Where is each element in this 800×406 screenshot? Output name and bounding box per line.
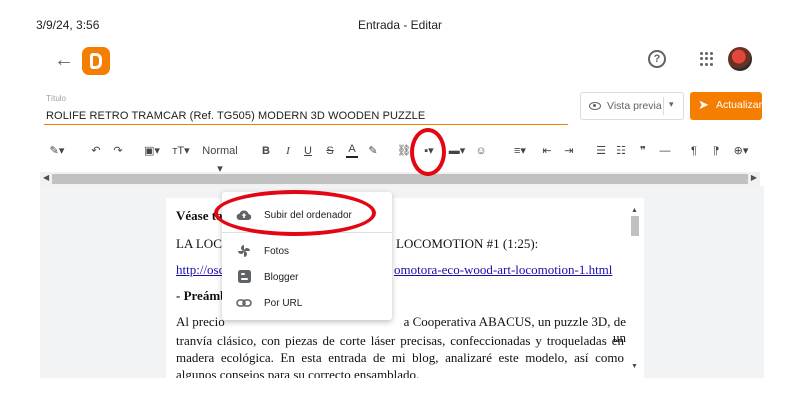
update-button[interactable]: ➤ Actualizar	[690, 92, 762, 120]
print-header: 3/9/24, 3:56 Entrada - Editar	[0, 0, 800, 40]
indent-decrease-icon[interactable]: ⇤	[540, 142, 554, 160]
scroll-left-icon[interactable]: ◀	[43, 173, 49, 182]
strikethrough-button[interactable]: S	[324, 142, 336, 160]
indent-increase-icon[interactable]: ⇥	[562, 142, 576, 160]
back-arrow-icon[interactable]: ←	[52, 48, 76, 72]
undo-icon[interactable]: ↶	[88, 142, 104, 160]
menu-item-label: Subir del ordenador	[264, 210, 352, 221]
doc-paragraph: tranvía clásico, con piezas de corte lás…	[176, 333, 624, 378]
scrollbar-thumb[interactable]	[52, 174, 748, 184]
editor-canvas: Véase ta LA LOC LOCOMOTION #1 (1:25): htt…	[40, 186, 764, 378]
app-bar: ← ?	[0, 44, 800, 80]
ltr-icon[interactable]: ¶	[688, 142, 700, 160]
paragraph-style-select[interactable]: Normal ▾	[198, 142, 242, 175]
emoji-icon[interactable]: ☺	[474, 142, 488, 160]
cloud-upload-icon	[236, 210, 252, 221]
insert-image-icon[interactable]: ▪▾	[418, 142, 440, 160]
send-icon: ➤	[698, 97, 709, 112]
scrollbar-thumb[interactable]	[631, 216, 639, 236]
help-icon[interactable]: ?	[648, 50, 666, 68]
link-icon	[236, 299, 252, 307]
horizontal-rule-icon[interactable]: —	[658, 142, 672, 160]
redo-icon[interactable]: ↷	[110, 142, 126, 160]
editor-toolbar: ✎▾ ↶ ↷ ▣▾ ᴛT▾ Normal ▾ B I U S A ✎ ⛓ ▪▾ …	[0, 140, 800, 175]
language-icon[interactable]: ⊕▾	[730, 142, 752, 160]
chevron-down-icon[interactable]: ▾	[669, 99, 674, 110]
menu-item-label: Blogger	[264, 272, 299, 283]
menu-item-url[interactable]: Por URL	[222, 290, 392, 316]
menu-item-label: Por URL	[264, 298, 303, 309]
preview-label: Vista previa	[607, 100, 662, 112]
menu-item-label: Fotos	[264, 246, 290, 257]
menu-item-photos[interactable]: Fotos	[222, 238, 392, 264]
blogger-logo[interactable]	[82, 47, 110, 75]
title-area: Título ROLIFE RETRO TRAMCAR (Ref. TG505)…	[0, 92, 800, 132]
menu-divider	[222, 232, 392, 233]
menu-item-upload[interactable]: Subir del ordenador	[222, 202, 392, 228]
font-size-icon[interactable]: ᴛT▾	[170, 142, 192, 160]
bold-button[interactable]: B	[260, 142, 272, 160]
update-label: Actualizar	[716, 99, 763, 111]
horizontal-scrollbar[interactable]: ◀ ▶	[40, 172, 760, 186]
blogger-icon	[238, 270, 251, 283]
doc-link[interactable]: http://osc	[176, 262, 224, 277]
vertical-scrollbar[interactable]: ▲ ▼	[630, 206, 640, 370]
doc-link[interactable]: omotora-eco-wood-art-locomotion-1.html	[394, 262, 612, 278]
text-format-icon[interactable]: ▣▾	[142, 142, 162, 160]
scroll-down-icon[interactable]: ▼	[631, 362, 638, 370]
google-photos-icon	[238, 245, 250, 257]
link-icon[interactable]: ⛓	[396, 142, 412, 160]
scroll-right-icon[interactable]: ▶	[751, 173, 757, 182]
italic-button[interactable]: I	[282, 142, 294, 160]
scroll-up-icon[interactable]: ▲	[631, 206, 638, 214]
underline-button[interactable]: U	[302, 142, 314, 160]
insert-image-menu: Subir del ordenador Fotos Blogger Por UR…	[222, 192, 392, 320]
title-input[interactable]: ROLIFE RETRO TRAMCAR (Ref. TG505) MODERN…	[46, 110, 425, 122]
quote-icon[interactable]: ❞	[636, 142, 650, 160]
title-label: Título	[46, 94, 67, 103]
numbered-list-icon[interactable]: ☷	[614, 142, 628, 160]
print-title: Entrada - Editar	[357, 18, 443, 32]
apps-grid-icon[interactable]	[700, 52, 714, 66]
align-icon[interactable]: ≡▾	[508, 142, 532, 160]
preview-button[interactable]: Vista previa ▾	[580, 92, 684, 120]
bulleted-list-icon[interactable]: ☰	[594, 142, 608, 160]
eye-icon	[589, 102, 601, 110]
insert-video-icon[interactable]: ▬▾	[446, 142, 468, 160]
rtl-icon[interactable]: ¶	[710, 142, 722, 160]
title-underline	[44, 124, 568, 125]
avatar[interactable]	[728, 47, 752, 71]
highlight-icon[interactable]: ✎	[366, 142, 380, 160]
menu-item-blogger[interactable]: Blogger	[222, 264, 392, 290]
text-color-button[interactable]: A	[346, 142, 358, 158]
pencil-icon[interactable]: ✎▾	[46, 142, 68, 160]
